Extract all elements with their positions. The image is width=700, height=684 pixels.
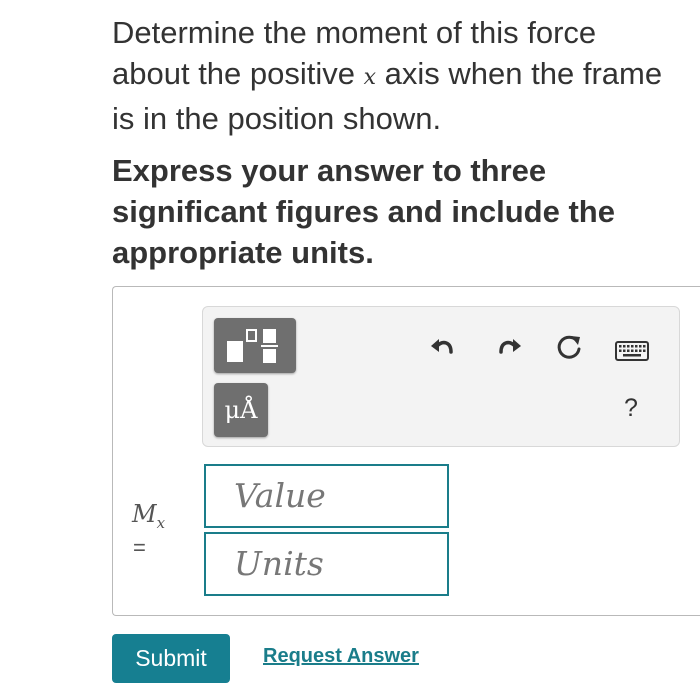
request-answer-link[interactable]: Request Answer [263,645,419,668]
submit-button[interactable]: Submit [112,634,230,683]
units-button[interactable]: μÅ [214,383,268,437]
templates-button[interactable] [214,318,296,373]
redo-icon[interactable] [494,332,524,362]
math-toolbar: μÅ ? [202,306,680,447]
answer-variable-symbol: M [132,500,157,528]
value-input[interactable]: Value [204,464,449,528]
question-text: Determine the moment of this force about… [112,12,682,139]
templates-icon [227,329,278,363]
answer-instruction: Express your answer to three significant… [112,153,615,270]
units-button-label: μÅ [224,396,258,424]
help-button[interactable]: ? [619,394,643,423]
keyboard-icon[interactable] [615,341,649,361]
question-variable: x [363,65,377,90]
undo-icon[interactable] [428,332,458,362]
answer-variable-subscript: x [156,513,166,532]
units-input[interactable]: Units [204,532,449,596]
reset-icon[interactable] [553,332,585,364]
answer-variable: Mx [132,500,165,532]
equals-sign: = [133,535,146,560]
